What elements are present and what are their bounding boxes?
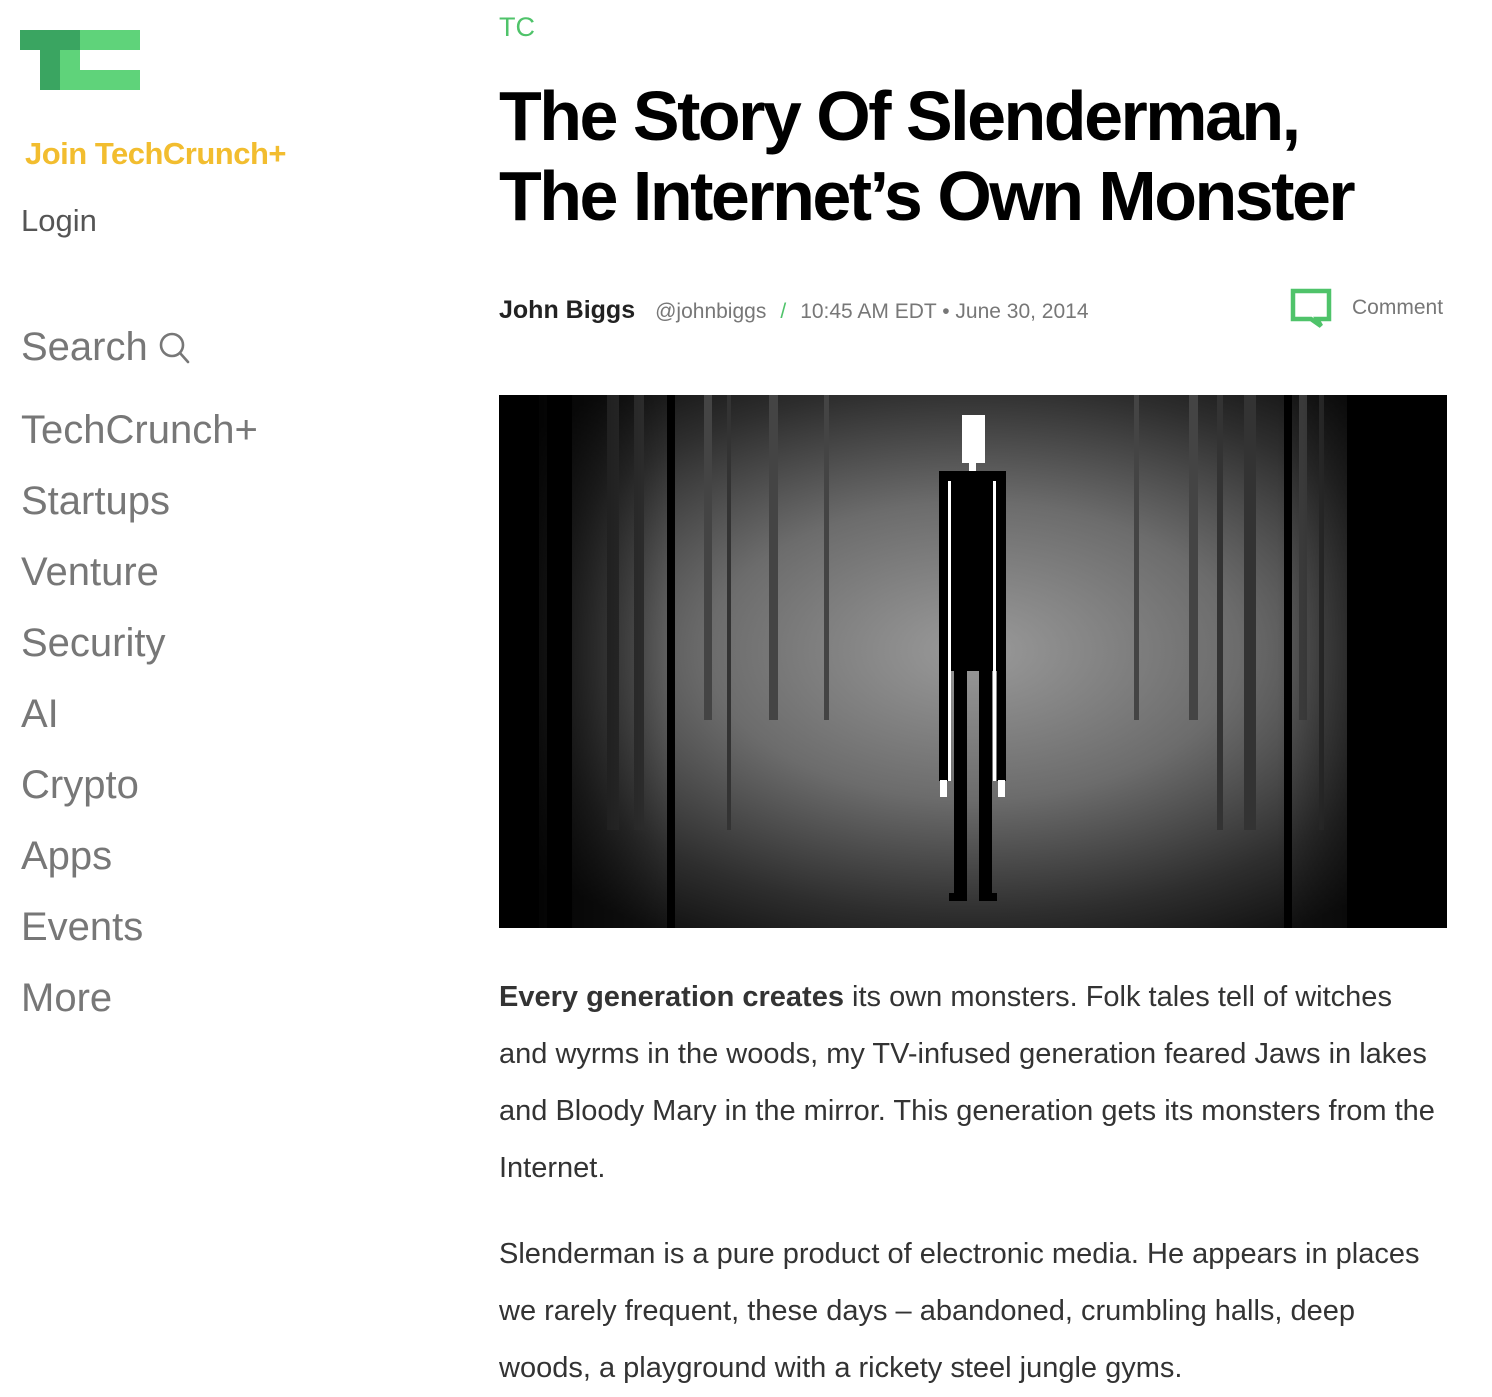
nav-item-startups[interactable]: Startups	[21, 476, 170, 526]
comment-label: Comment	[1352, 296, 1444, 319]
article-paragraph-1: Every generation creates its own monster…	[499, 969, 1447, 1197]
nav-item-crypto[interactable]: Crypto	[21, 760, 139, 810]
author-handle[interactable]: @johnbiggs	[655, 300, 766, 324]
search-icon	[159, 332, 190, 363]
login-link[interactable]: Login	[21, 203, 97, 239]
article-hero-image	[499, 395, 1447, 928]
join-techcrunch-plus-link[interactable]: Join TechCrunch+	[25, 136, 287, 172]
comment-button[interactable]: Comment	[1290, 288, 1443, 328]
byline-separator: /	[780, 300, 787, 323]
nav-item-ai[interactable]: AI	[21, 689, 59, 739]
nav-item-venture[interactable]: Venture	[21, 547, 159, 597]
comment-bubble-icon	[1290, 288, 1332, 328]
nav-item-apps[interactable]: Apps	[21, 831, 112, 881]
main-nav: TechCrunch+ Startups Venture Security AI…	[21, 405, 258, 1044]
nav-item-more[interactable]: More	[21, 973, 112, 1023]
search-label: Search	[21, 325, 148, 369]
paragraph-lead: Every generation creates	[499, 981, 844, 1013]
headline-line-2: The Internet’s Own Monster	[499, 157, 1356, 235]
publish-timestamp: 10:45 AM EDT • June 30, 2014	[800, 300, 1089, 323]
nav-item-events[interactable]: Events	[21, 902, 143, 952]
nav-item-security[interactable]: Security	[21, 618, 166, 668]
nav-item-techcrunch-plus[interactable]: TechCrunch+	[21, 405, 258, 455]
category-kicker[interactable]: TC	[499, 12, 535, 43]
techcrunch-logo[interactable]	[20, 30, 140, 90]
article-headline: The Story Of Slenderman, The Internet’s …	[499, 76, 1459, 236]
byline: John Biggs @johnbiggs / 10:45 AM EDT • J…	[499, 296, 1089, 325]
search-button[interactable]: Search	[21, 325, 190, 370]
author-link[interactable]: John Biggs	[499, 296, 635, 325]
article-paragraph-2: Slenderman is a pure product of electron…	[499, 1238, 1420, 1384]
headline-line-1: The Story Of Slenderman,	[499, 77, 1301, 155]
